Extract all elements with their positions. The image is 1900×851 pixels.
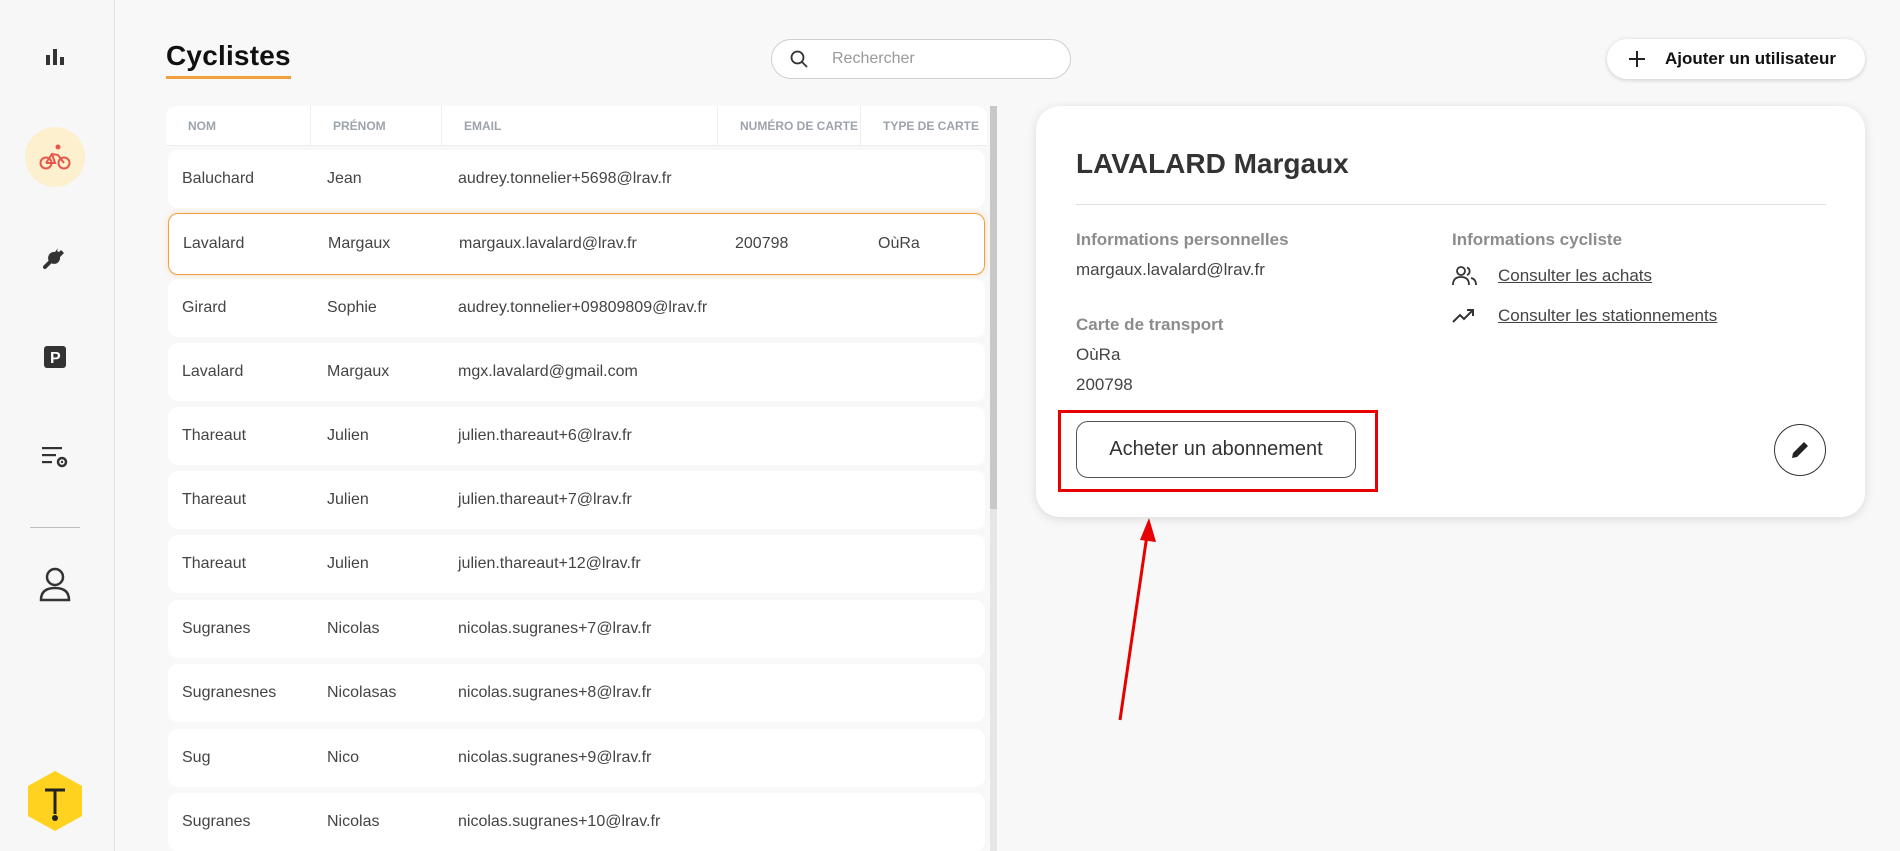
cell-prenom: Julien <box>327 555 369 572</box>
transport-card-title: Carte de transport <box>1076 315 1224 334</box>
column-header-numero-carte[interactable]: NUMÉRO DE CARTE <box>718 105 861 146</box>
cell-email: julien.thareaut+7@lrav.fr <box>458 491 632 508</box>
cell-email: audrey.tonnelier+5698@lrav.fr <box>458 170 672 187</box>
personal-info-title: Informations personnelles <box>1076 230 1289 249</box>
edit-button[interactable] <box>1774 424 1826 476</box>
cyclists-table: NOM PRÉNOM EMAIL NUMÉRO DE CARTE TYPE DE… <box>166 105 991 851</box>
nav-maintenance[interactable] <box>25 227 85 287</box>
cell-email: nicolas.sugranes+9@lrav.fr <box>458 749 652 766</box>
table-row[interactable]: Sugranes Nicolas nicolas.sugranes+10@lra… <box>168 793 985 851</box>
search-input[interactable] <box>832 50 1052 68</box>
cell-nom: Sugranesnes <box>182 684 277 701</box>
cell-nom: Sug <box>182 749 211 766</box>
table-row[interactable]: Sug Nico nicolas.sugranes+9@lrav.fr <box>168 729 985 787</box>
card-divider <box>1076 204 1826 205</box>
card-type-value: OùRa <box>1076 345 1121 364</box>
cell-nom: Girard <box>182 299 227 316</box>
cell-email: audrey.tonnelier+09809809@lrav.fr <box>458 299 708 316</box>
cell-prenom: Julien <box>327 491 369 508</box>
cell-nom: Thareaut <box>182 491 247 508</box>
svg-text:P: P <box>50 350 61 367</box>
cell-nom: Thareaut <box>182 555 247 572</box>
cell-email: julien.thareaut+12@lrav.fr <box>458 555 641 572</box>
cell-nom: Thareaut <box>182 427 247 444</box>
user-icon <box>39 567 71 602</box>
cyclist-info-title: Informations cycliste <box>1452 230 1623 249</box>
sidebar-divider <box>30 527 80 528</box>
table-row[interactable]: Thareaut Julien julien.thareaut+12@lrav.… <box>168 535 985 593</box>
cell-nom: Sugranes <box>182 620 251 637</box>
cell-email: nicolas.sugranes+8@lrav.fr <box>458 684 652 701</box>
purchases-link[interactable]: Consulter les achats <box>1498 266 1652 286</box>
card-number-value: 200798 <box>1076 375 1133 394</box>
cell-nom: Baluchard <box>182 170 255 187</box>
annotation-arrow-icon <box>1118 518 1156 721</box>
cell-email: mgx.lavalard@gmail.com <box>458 363 638 380</box>
cell-nom: Lavalard <box>183 235 245 252</box>
cell-prenom: Nicolasas <box>327 684 397 701</box>
nav-list-settings[interactable] <box>25 427 85 487</box>
cell-prenom: Nico <box>327 749 360 766</box>
cell-nom: Sugranes <box>182 813 251 830</box>
table-scrollbar[interactable] <box>990 106 997 851</box>
cyclist-email: margaux.lavalard@lrav.fr <box>1076 260 1265 279</box>
cell-prenom: Margaux <box>327 363 390 380</box>
cell-carte: 200798 <box>735 235 789 252</box>
column-header-type-carte[interactable]: TYPE DE CARTE <box>861 106 981 146</box>
column-header-nom[interactable]: NOM <box>166 105 311 146</box>
purchases-link-row[interactable]: Consulter les achats <box>1452 265 1652 287</box>
parkings-link[interactable]: Consulter les stationnements <box>1498 306 1717 326</box>
table-row-selected[interactable]: Lavalard Margaux margaux.lavalard@lrav.f… <box>168 213 985 275</box>
cell-prenom: Nicolas <box>327 620 380 637</box>
table-row[interactable]: Baluchard Jean audrey.tonnelier+5698@lra… <box>168 150 985 208</box>
parking-icon: P <box>44 346 66 368</box>
add-user-label: Ajouter un utilisateur <box>1665 49 1836 68</box>
users-icon <box>1452 265 1478 287</box>
plus-icon <box>1629 51 1645 67</box>
trending-up-icon <box>1452 305 1478 327</box>
annotation-highlight-box <box>1058 410 1378 492</box>
cell-prenom: Julien <box>327 427 369 444</box>
list-settings-icon <box>42 447 68 468</box>
cell-type: OùRa <box>878 235 920 252</box>
cell-email: margaux.lavalard@lrav.fr <box>459 235 637 252</box>
nav-profile[interactable] <box>25 554 85 614</box>
nav-cyclists[interactable] <box>25 127 85 187</box>
table-row[interactable]: Sugranesnes Nicolasas nicolas.sugranes+8… <box>168 664 985 722</box>
cell-prenom: Margaux <box>328 235 391 252</box>
bar-chart-icon <box>46 49 64 65</box>
cell-email: julien.thareaut+6@lrav.fr <box>458 427 632 444</box>
sidebar: P <box>0 0 115 851</box>
cyclist-name: LAVALARD Margaux <box>1076 148 1349 179</box>
cell-nom: Lavalard <box>182 363 244 380</box>
table-row[interactable]: Thareaut Julien julien.thareaut+7@lrav.f… <box>168 471 985 529</box>
cell-email: nicolas.sugranes+10@lrav.fr <box>458 813 661 830</box>
cell-prenom: Nicolas <box>327 813 380 830</box>
cell-prenom: Sophie <box>327 299 377 316</box>
nav-stats[interactable] <box>25 27 85 87</box>
column-header-email[interactable]: EMAIL <box>442 105 718 146</box>
search-icon <box>790 49 810 69</box>
cell-email: nicolas.sugranes+7@lrav.fr <box>458 620 652 637</box>
column-header-prenom[interactable]: PRÉNOM <box>311 105 442 146</box>
cyclist-icon <box>39 144 71 170</box>
scrollbar-thumb[interactable] <box>990 106 997 509</box>
add-user-button[interactable]: Ajouter un utilisateur <box>1607 39 1865 79</box>
wrench-icon <box>43 248 64 269</box>
nav-parking[interactable]: P <box>25 327 85 387</box>
table-row[interactable]: Thareaut Julien julien.thareaut+6@lrav.f… <box>168 407 985 465</box>
parkings-link-row[interactable]: Consulter les stationnements <box>1452 305 1717 327</box>
cell-prenom: Jean <box>327 170 362 187</box>
table-row[interactable]: Girard Sophie audrey.tonnelier+09809809@… <box>168 279 985 337</box>
search-bar[interactable] <box>771 39 1071 79</box>
table-row[interactable]: Sugranes Nicolas nicolas.sugranes+7@lrav… <box>168 600 985 658</box>
page-title: Cyclistes <box>166 40 291 79</box>
brand-logo[interactable] <box>27 770 83 832</box>
table-row[interactable]: Lavalard Margaux mgx.lavalard@gmail.com <box>168 343 985 401</box>
pencil-icon <box>1792 442 1808 458</box>
table-header: NOM PRÉNOM EMAIL NUMÉRO DE CARTE TYPE DE… <box>166 105 987 146</box>
